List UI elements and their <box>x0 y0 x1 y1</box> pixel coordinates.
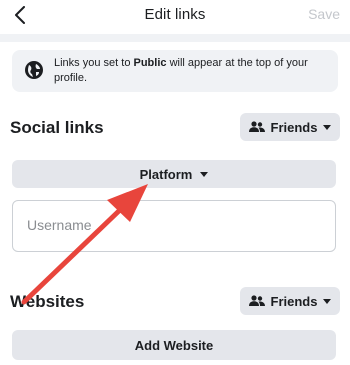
caret-down-icon <box>200 171 209 177</box>
username-input[interactable] <box>25 216 319 234</box>
platform-dropdown[interactable]: Platform <box>12 160 336 188</box>
divider <box>0 34 350 42</box>
social-links-heading: Social links <box>10 118 104 137</box>
top-bar: Edit links Save <box>0 0 350 32</box>
caret-down-icon <box>323 298 332 304</box>
platform-label: Platform <box>139 166 193 182</box>
friends-icon <box>248 121 265 132</box>
notice-text: Links you set to Public will appear at t… <box>54 57 308 84</box>
friends-icon <box>248 295 265 306</box>
add-website-button[interactable]: Add Website <box>12 330 336 360</box>
page-title: Edit links <box>144 6 206 23</box>
websites-heading: Websites <box>10 292 85 311</box>
websites-audience-label: Friends <box>270 293 318 309</box>
social-audience-label: Friends <box>270 119 318 135</box>
public-links-notice: Links you set to Public will appear at t… <box>12 50 338 92</box>
username-field[interactable] <box>12 200 336 252</box>
public-keyword: Public <box>133 57 167 69</box>
add-website-label: Add Website <box>134 337 214 353</box>
save-button[interactable]: Save <box>308 6 340 22</box>
caret-down-icon <box>323 124 332 130</box>
websites-audience-button[interactable]: Friends <box>240 287 340 315</box>
globe-icon <box>25 61 43 79</box>
social-audience-button[interactable]: Friends <box>240 113 340 141</box>
